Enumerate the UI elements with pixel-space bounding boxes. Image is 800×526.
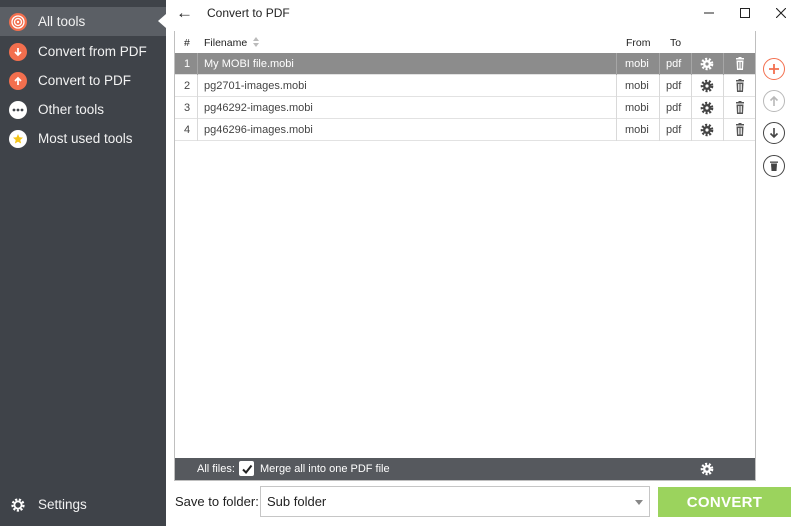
header-to: To bbox=[670, 37, 682, 49]
sidebar-item-other-tools[interactable]: Other tools bbox=[0, 95, 166, 124]
row-to: pdf bbox=[666, 124, 682, 136]
row-to: pdf bbox=[666, 58, 682, 70]
row-filename: pg2701-images.mobi bbox=[204, 80, 307, 92]
remove-all-button[interactable] bbox=[763, 155, 785, 177]
arrow-down-icon bbox=[9, 42, 27, 61]
row-filename: pg46292-images.mobi bbox=[204, 102, 313, 114]
minimize-button[interactable] bbox=[699, 3, 719, 23]
sidebar-item-all-tools[interactable]: All tools bbox=[0, 7, 166, 36]
header-filename[interactable]: Filename bbox=[204, 37, 247, 49]
back-arrow-icon[interactable]: ← bbox=[176, 3, 193, 23]
row-to: pdf bbox=[666, 80, 682, 92]
gear-icon[interactable] bbox=[699, 100, 715, 116]
table-header: # Filename From To bbox=[175, 31, 755, 53]
sort-icon[interactable] bbox=[252, 36, 260, 51]
header-from: From bbox=[626, 37, 651, 49]
sidebar-item-convert-to-pdf[interactable]: Convert to PDF bbox=[0, 66, 166, 95]
row-to: pdf bbox=[666, 102, 682, 114]
table-row[interactable]: 4 pg46296-images.mobi mobi pdf bbox=[175, 119, 755, 141]
chevron-down-icon bbox=[635, 500, 643, 505]
trash-icon[interactable] bbox=[732, 78, 748, 94]
move-up-button[interactable] bbox=[763, 90, 785, 112]
star-icon bbox=[9, 129, 27, 148]
row-number: 1 bbox=[184, 58, 191, 70]
row-filename: My MOBI file.mobi bbox=[204, 58, 294, 70]
sidebar-item-label: All tools bbox=[38, 14, 86, 29]
trash-icon bbox=[770, 161, 778, 171]
merge-checkbox[interactable] bbox=[239, 461, 254, 476]
arrow-up-icon bbox=[9, 71, 27, 90]
row-from: mobi bbox=[625, 124, 649, 136]
row-from: mobi bbox=[625, 102, 649, 114]
trash-icon[interactable] bbox=[732, 122, 748, 138]
maximize-button[interactable] bbox=[735, 3, 755, 23]
header-num: # bbox=[184, 37, 190, 49]
sidebar-item-label: Convert from PDF bbox=[38, 44, 147, 59]
merge-label: Merge all into one PDF file bbox=[260, 463, 390, 475]
sidebar-item-label: Settings bbox=[38, 497, 87, 512]
row-from: mobi bbox=[625, 80, 649, 92]
trash-icon[interactable] bbox=[732, 56, 748, 72]
save-folder-value: Sub folder bbox=[267, 494, 327, 509]
gear-icon[interactable] bbox=[699, 78, 715, 94]
convert-button[interactable]: CONVERT bbox=[658, 487, 791, 517]
move-down-button[interactable] bbox=[763, 122, 785, 144]
trash-icon[interactable] bbox=[732, 100, 748, 116]
sidebar: All tools Convert from PDF Convert to PD… bbox=[0, 0, 166, 526]
arrow-up-icon bbox=[769, 95, 779, 106]
page-title: Convert to PDF bbox=[207, 6, 290, 20]
row-filename: pg46296-images.mobi bbox=[204, 124, 313, 136]
sidebar-item-settings[interactable]: Settings bbox=[0, 490, 166, 519]
row-number: 2 bbox=[184, 80, 191, 92]
merge-options-bar: All files: Merge all into one PDF file bbox=[175, 458, 755, 480]
sidebar-item-most-used-tools[interactable]: Most used tools bbox=[0, 124, 166, 153]
sidebar-item-convert-from-pdf[interactable]: Convert from PDF bbox=[0, 37, 166, 66]
main-panel: ← Convert to PDF # Filename From To 1 My… bbox=[166, 0, 800, 526]
ellipsis-icon bbox=[9, 100, 27, 119]
table-row[interactable]: 3 pg46292-images.mobi mobi pdf bbox=[175, 97, 755, 119]
sidebar-item-label: Convert to PDF bbox=[38, 73, 132, 88]
gear-icon[interactable] bbox=[699, 56, 715, 72]
row-from: mobi bbox=[625, 58, 649, 70]
save-to-folder-label: Save to folder: bbox=[175, 494, 259, 509]
close-button[interactable] bbox=[771, 3, 791, 23]
table-row[interactable]: 2 pg2701-images.mobi mobi pdf bbox=[175, 75, 755, 97]
gear-icon bbox=[9, 496, 27, 514]
add-file-button[interactable] bbox=[763, 58, 785, 80]
title-bar: ← Convert to PDF bbox=[166, 0, 800, 28]
sidebar-item-label: Other tools bbox=[38, 102, 105, 117]
sidebar-item-label: Most used tools bbox=[38, 131, 133, 146]
plus-icon bbox=[769, 64, 779, 74]
target-icon bbox=[9, 12, 27, 31]
save-folder-select[interactable]: Sub folder bbox=[260, 486, 650, 517]
row-number: 4 bbox=[184, 124, 191, 136]
table-row[interactable]: 1 My MOBI file.mobi mobi pdf bbox=[175, 53, 755, 75]
arrow-down-icon bbox=[769, 128, 779, 139]
gear-icon[interactable] bbox=[699, 461, 715, 477]
file-table: # Filename From To 1 My MOBI file.mobi m… bbox=[174, 31, 756, 481]
all-files-label: All files: bbox=[197, 463, 235, 475]
gear-icon[interactable] bbox=[699, 122, 715, 138]
row-number: 3 bbox=[184, 102, 191, 114]
